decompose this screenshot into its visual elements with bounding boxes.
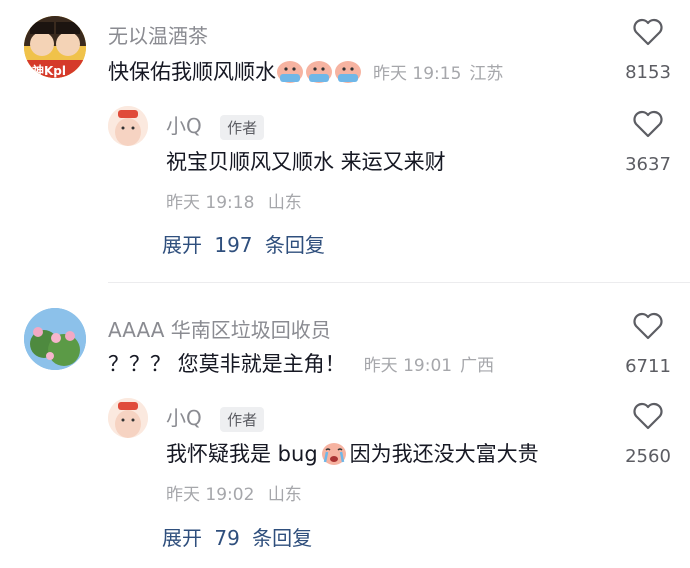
heart-icon <box>633 312 663 340</box>
heart-icon <box>633 110 663 138</box>
expand-replies-button[interactable]: 展开 79 条回复 <box>162 522 312 551</box>
avatar[interactable]: 神Kpl <box>24 16 86 78</box>
avatar[interactable] <box>108 106 148 146</box>
like-button[interactable]: 8153 <box>608 16 688 83</box>
avatar[interactable] <box>108 398 148 438</box>
like-count: 8153 <box>625 62 671 83</box>
expand-label: 展开 <box>162 526 202 550</box>
comment-username[interactable]: 无以温酒茶 <box>108 20 208 49</box>
expand-label: 展开 <box>162 233 202 257</box>
reply-meta: 昨天 19:02 山东 <box>166 480 302 505</box>
avatar-text: 神Kpl <box>32 64 67 78</box>
expand-count: 79 <box>214 526 240 550</box>
reply-username-text: 小Q <box>166 406 202 430</box>
comment-time: 昨天 19:15 <box>373 63 462 84</box>
author-badge: 作者 <box>220 115 265 140</box>
reply-time: 昨天 19:18 <box>166 193 255 213</box>
comment-text-row: 快保佑我顺风顺水 昨天 19:15 江苏 <box>108 56 503 86</box>
reply-text-row: 我怀疑我是 bug 因为我还没大富大贵 <box>166 438 539 468</box>
comment-text: 快保佑我顺风顺水 <box>108 60 276 84</box>
heart-icon <box>633 18 663 46</box>
expand-suffix: 条回复 <box>252 526 313 550</box>
divider <box>108 282 690 283</box>
reply-username[interactable]: 小Q 作者 <box>166 402 265 432</box>
like-count: 3637 <box>625 154 671 175</box>
crying-emoji-icon <box>320 440 348 466</box>
comment-time: 昨天 19:01 <box>363 355 453 376</box>
heart-icon <box>633 402 663 430</box>
reply-username[interactable]: 小Q 作者 <box>166 110 265 140</box>
praying-emoji-icon <box>276 58 304 84</box>
like-button[interactable]: 3637 <box>608 108 688 175</box>
comment-location: 江苏 <box>469 63 504 84</box>
reply-username-text: 小Q <box>166 114 202 138</box>
reply-location: 山东 <box>267 485 302 505</box>
like-count: 6711 <box>625 356 671 377</box>
reply-text-after: 因为我还没大富大贵 <box>349 442 539 466</box>
like-count: 2560 <box>625 446 671 467</box>
reply-text: 祝宝贝顺风又顺水 来运又来财 <box>166 150 446 174</box>
comment-text-row: ？？？ 您莫非就是主角！ 昨天 19:01 广西 <box>108 348 494 378</box>
author-badge: 作者 <box>220 407 265 432</box>
comment-location: 广西 <box>460 355 495 376</box>
reply-text-before: 我怀疑我是 bug <box>166 442 318 466</box>
reply-meta: 昨天 19:18 山东 <box>166 188 302 213</box>
reply-time: 昨天 19:02 <box>166 485 255 505</box>
comment-username[interactable]: AAAA 华南区垃圾回收员 <box>108 314 331 343</box>
praying-emoji-icon <box>334 58 362 84</box>
comment-text: ？？？ 您莫非就是主角！ <box>108 352 346 376</box>
expand-suffix: 条回复 <box>264 233 325 257</box>
praying-emoji-icon <box>305 58 333 84</box>
like-button[interactable]: 6711 <box>608 310 688 377</box>
reply-location: 山东 <box>267 193 302 213</box>
expand-count: 197 <box>214 233 253 257</box>
expand-replies-button[interactable]: 展开 197 条回复 <box>162 229 325 258</box>
avatar[interactable] <box>24 308 86 370</box>
like-button[interactable]: 2560 <box>608 400 688 467</box>
